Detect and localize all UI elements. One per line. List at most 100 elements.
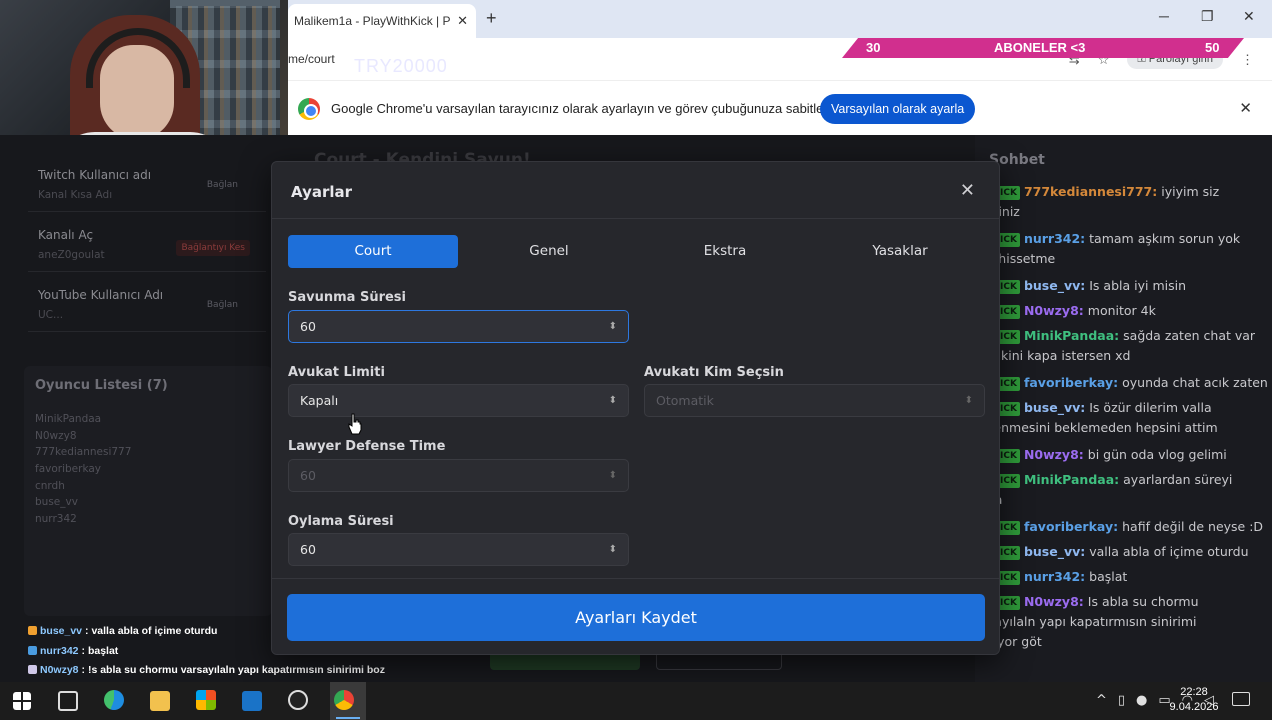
restore-icon[interactable]: ❐ — [1201, 8, 1214, 25]
active-app-indicator — [336, 717, 360, 719]
chat-text: Is abla su chormu — [1087, 594, 1199, 609]
infobar-text: Google Chrome'u varsayılan tarayıcınız o… — [331, 101, 841, 116]
chat-message: ICK nurr342: başlat — [997, 567, 1272, 587]
vote-time-label: Oylama Süresi — [288, 514, 394, 529]
overlay-code: TRY20000 — [354, 56, 448, 76]
mail-icon[interactable] — [242, 691, 262, 711]
clock-time: 22:28 — [1180, 686, 1208, 698]
kick-badge: ICK — [997, 474, 1020, 488]
list-item: 777kediannesi777 — [35, 446, 132, 458]
settings-modal: Ayarlar ✕ Court Genel Ekstra Yasaklar Sa… — [271, 161, 1000, 655]
chat-user[interactable]: buse_vv: — [1024, 278, 1085, 293]
chrome-taskbar-icon[interactable] — [334, 690, 354, 710]
kick-badge: ICK — [997, 330, 1020, 344]
windows-taskbar — [0, 682, 1272, 720]
chat-user[interactable]: favoriberkay: — [1024, 375, 1118, 390]
chat-user[interactable]: N0wzy8: — [1024, 594, 1084, 609]
defense-time-select[interactable]: 60 ⬍ — [288, 310, 629, 343]
chat-user[interactable]: favoriberkay: — [1024, 519, 1118, 534]
chat-user[interactable]: N0wzy8: — [1024, 303, 1084, 318]
lawyer-choice-value: Otomatik — [656, 393, 714, 408]
notification-center-icon[interactable] — [1232, 692, 1250, 706]
chat-message: ICK favoriberkay: oyunda chat acık zaten — [997, 373, 1272, 393]
new-tab-icon[interactable]: + — [486, 8, 497, 29]
updown-chevron-icon: ⬍ — [608, 544, 617, 555]
url-text[interactable]: me/court — [288, 52, 335, 66]
browser-tab[interactable]: Malikem1a - PlayWithKick | Play ✕ — [288, 4, 476, 38]
minimize-icon[interactable]: ─ — [1159, 8, 1169, 24]
task-view-icon[interactable] — [58, 691, 78, 711]
tab-bans[interactable]: Yasaklar — [815, 235, 985, 268]
row-label: Kanalı Aç — [38, 228, 94, 242]
kick-badge: ICK — [997, 305, 1020, 319]
file-explorer-icon[interactable] — [150, 691, 170, 711]
chat-text: iyiyim siz — [1161, 184, 1220, 199]
tab-title: Malikem1a - PlayWithKick | Play — [294, 14, 452, 28]
tab-general[interactable]: Genel — [464, 235, 634, 268]
microphone-icon[interactable]: ● — [1136, 693, 1147, 708]
updown-chevron-icon: ⬍ — [608, 470, 617, 481]
chat-message: ICK buse_vv: valla abla of içime oturdu — [997, 542, 1272, 562]
list-item: MinikPandaa — [35, 413, 102, 425]
row-sub: UC... — [38, 309, 64, 321]
sub-goal-target: 50 — [1205, 40, 1220, 55]
connect-button[interactable]: Bağlan — [207, 180, 238, 190]
overlay-chat-text: : başlat — [81, 645, 119, 657]
window-close-icon[interactable]: ✕ — [1243, 8, 1255, 25]
chat-user[interactable]: buse_vv: — [1024, 400, 1085, 415]
tab-court[interactable]: Court — [288, 235, 458, 268]
chat-text-cont: stü hissetme — [975, 251, 1056, 266]
obs-icon[interactable] — [288, 690, 308, 710]
disconnect-button[interactable]: Bağlantıyı Kes — [176, 240, 250, 256]
chat-user[interactable]: nurr342: — [1024, 231, 1085, 246]
chat-message: ICK buse_vv: Is abla iyi misin — [997, 276, 1272, 296]
modal-title: Ayarlar — [291, 183, 353, 201]
modal-footer: Ayarları Kaydet — [272, 578, 999, 654]
save-settings-button[interactable]: Ayarları Kaydet — [287, 594, 985, 641]
chat-user[interactable]: buse_vv: — [1024, 544, 1085, 559]
lawyer-limit-select[interactable]: Kapalı ⬍ — [288, 384, 629, 417]
list-item: nurr342 — [35, 513, 77, 525]
browser-tab-strip: Malikem1a - PlayWithKick | Play ✕ + ─ ❐ … — [288, 0, 1272, 38]
edge-browser-icon[interactable] — [104, 690, 124, 710]
tray-chevron-icon[interactable]: ^ — [1096, 693, 1107, 708]
windows-start-icon[interactable] — [13, 692, 31, 710]
modal-header: Ayarlar ✕ — [272, 162, 999, 219]
chat-text-cont: ılldakini kapa istersen xd — [975, 348, 1131, 363]
lawyer-limit-label: Avukat Limiti — [288, 365, 385, 380]
chat-user[interactable]: nurr342: — [1024, 569, 1085, 584]
infobar-close-icon[interactable]: ✕ — [1239, 99, 1252, 117]
chat-panel: Sohbet ICK777kediannesi777:iyiyim sizısi… — [975, 135, 1272, 682]
tab-close-icon[interactable]: ✕ — [457, 13, 468, 29]
tray-device-icon[interactable]: ▯ — [1118, 693, 1125, 708]
chat-text: sağda zaten chat var — [1123, 328, 1256, 343]
chat-user[interactable]: MinikPandaa: — [1024, 472, 1119, 487]
chat-text: monitor 4k — [1087, 303, 1156, 318]
chat-user[interactable]: 777kediannesi777: — [1024, 184, 1157, 199]
taskbar-clock[interactable]: 22:28 9.04.2026 — [1166, 685, 1222, 715]
close-icon[interactable]: ✕ — [960, 180, 975, 201]
set-default-button[interactable]: Varsayılan olarak ayarla — [820, 94, 976, 124]
chat-message: ICK 777kediannesi777: iyiyim siz ısilsiniz — [975, 182, 1272, 222]
connect-button[interactable]: Bağlan — [207, 300, 238, 310]
kick-badge: ICK — [997, 280, 1020, 294]
settings-tabs: Court Genel Ekstra Yasaklar — [288, 235, 986, 268]
store-icon[interactable] — [196, 690, 216, 710]
chat-user[interactable]: N0wzy8: — [1024, 447, 1084, 462]
chat-text: oyunda chat acık zaten — [1122, 375, 1268, 390]
list-item: N0wzy8 — [35, 430, 77, 442]
chat-message: ICK N0wzy8: monitor 4k — [997, 301, 1272, 321]
list-item: buse_vv — [35, 496, 78, 508]
player-list: Oyuncu Listesi (7) MinikPandaa N0wzy8 77… — [24, 366, 272, 616]
row-label: Twitch Kullanıcı adı — [38, 168, 152, 182]
chat-user[interactable]: MinikPandaa: — [1024, 328, 1119, 343]
chat-text: valla abla of içime oturdu — [1089, 544, 1249, 559]
sub-goal-label: ABONELER <3 — [994, 40, 1086, 55]
tab-extra[interactable]: Ekstra — [640, 235, 810, 268]
updown-chevron-icon: ⬍ — [608, 395, 617, 406]
kick-badge: ICK — [997, 233, 1020, 247]
vote-time-select[interactable]: 60 ⬍ — [288, 533, 629, 566]
chat-message: ICK N0wzy8: Is abla su chormu arsayılaln ya… — [975, 592, 1272, 652]
chat-text-cont: ısilsiniz — [975, 202, 1272, 222]
lawyer-defense-select: 60 ⬍ — [288, 459, 629, 492]
